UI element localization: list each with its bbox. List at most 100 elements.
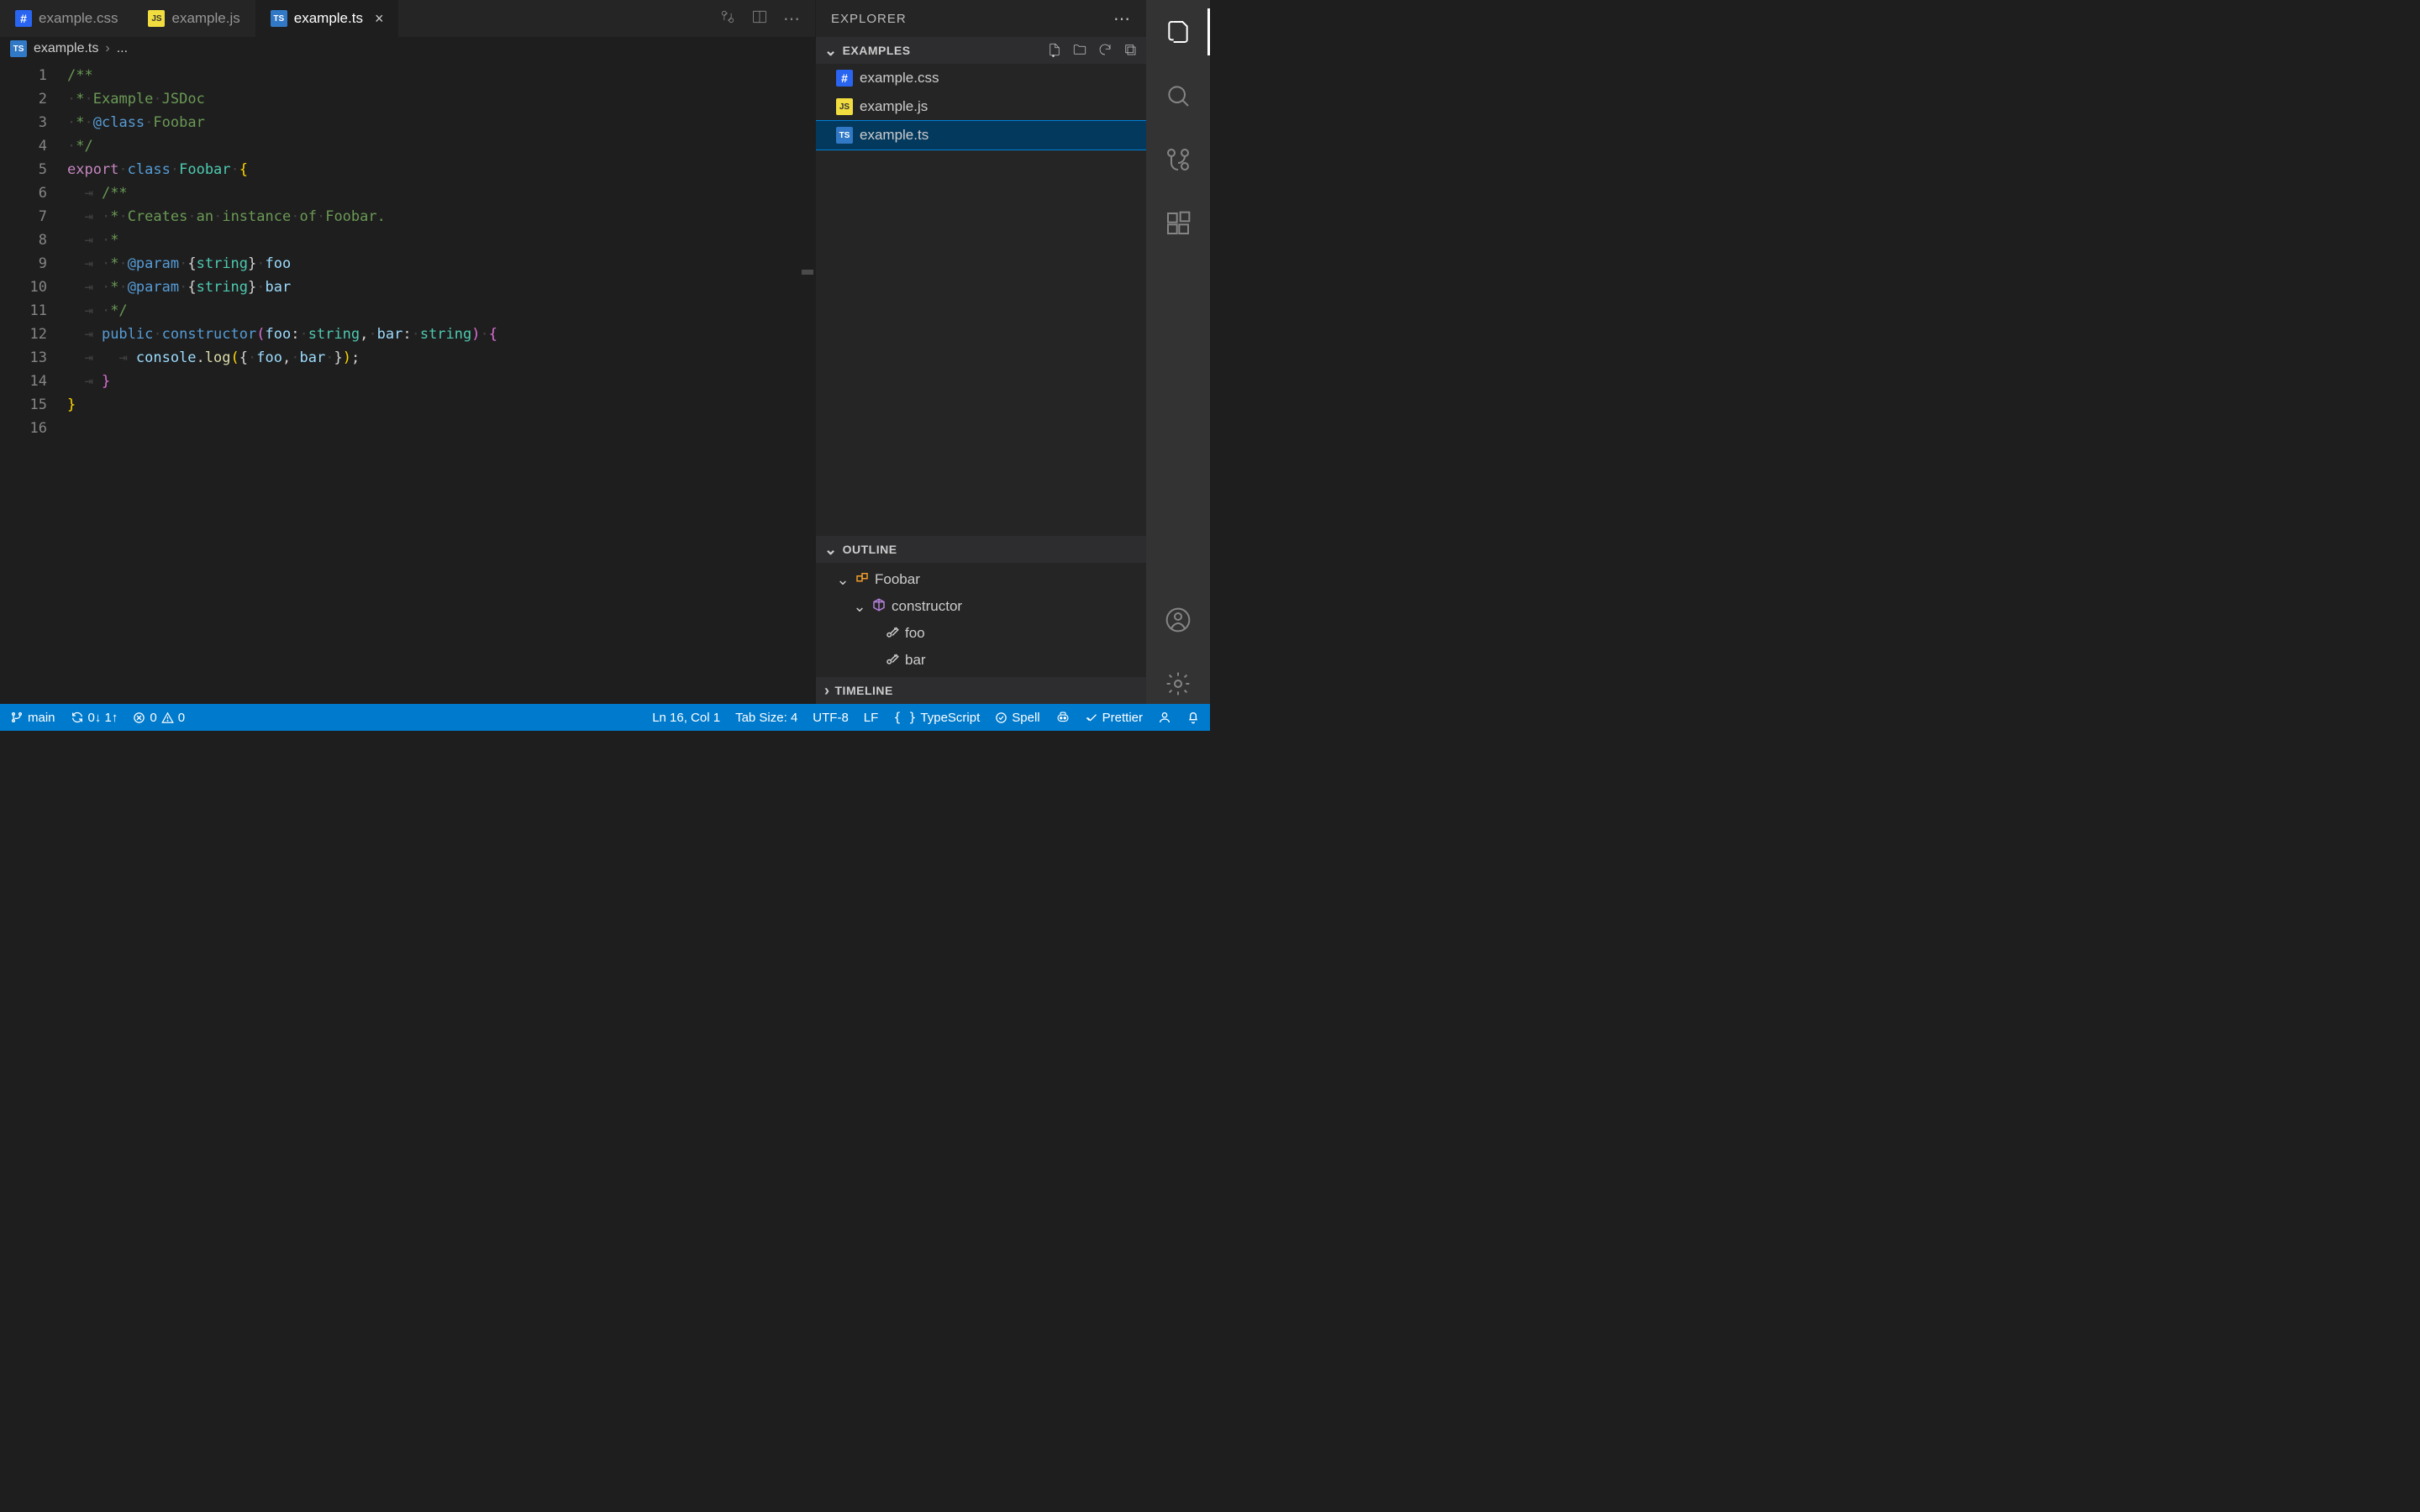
code-line[interactable]: ·*·Example·JSDoc	[67, 87, 798, 111]
file-row-example-js[interactable]: example.js	[816, 92, 1146, 121]
more-actions-icon[interactable]: ⋯	[783, 8, 800, 29]
status-spell[interactable]: Spell	[995, 711, 1039, 725]
file-tree: example.css example.js example.ts	[816, 64, 1146, 536]
section-outline-label: OUTLINE	[843, 543, 897, 556]
line-number: 4	[0, 134, 47, 158]
tab-label: example.css	[39, 10, 118, 27]
section-timeline-label: TIMELINE	[835, 684, 893, 697]
line-number: 11	[0, 299, 47, 323]
line-number: 13	[0, 346, 47, 370]
status-encoding[interactable]: UTF-8	[813, 711, 849, 725]
split-editor-icon[interactable]	[751, 8, 768, 29]
activity-source-control[interactable]	[1158, 139, 1198, 180]
section-timeline-header[interactable]: TIMELINE	[816, 677, 1146, 704]
outline-item-foo[interactable]: foo	[816, 620, 1146, 647]
minimap[interactable]	[798, 64, 815, 704]
code-line[interactable]: }	[67, 393, 798, 417]
new-folder-icon[interactable]	[1072, 42, 1087, 60]
code-line[interactable]: export·class·Foobar·{	[67, 158, 798, 181]
chevron-right-icon	[824, 682, 830, 700]
sidebar-explorer: EXPLORER ⋯ EXAMPLES example.cssexample.j…	[815, 0, 1146, 704]
code-content[interactable]: /**·*·Example·JSDoc·*·@class·Foobar·*/ex…	[67, 64, 798, 704]
compare-changes-icon[interactable]	[719, 8, 736, 29]
activity-accounts[interactable]	[1158, 600, 1198, 640]
status-copilot[interactable]	[1055, 710, 1071, 725]
file-name: example.css	[860, 70, 939, 87]
line-number: 14	[0, 370, 47, 393]
code-line[interactable]	[67, 417, 798, 440]
status-prettier[interactable]: Prettier	[1086, 711, 1143, 725]
code-line[interactable]: ⇥ ·*·@param·{string}·foo	[67, 252, 798, 276]
section-outline-header[interactable]: OUTLINE	[816, 536, 1146, 563]
activity-bar	[1146, 0, 1210, 704]
tab-example-css[interactable]: example.css	[0, 0, 133, 37]
tab-bar: example.css example.js example.ts × ⋯	[0, 0, 815, 37]
line-number: 2	[0, 87, 47, 111]
outline-label: bar	[905, 652, 926, 669]
activity-extensions[interactable]	[1158, 203, 1198, 244]
close-icon[interactable]: ×	[375, 10, 384, 28]
ts-file-icon	[271, 10, 287, 27]
status-cursor-position[interactable]: Ln 16, Col 1	[652, 711, 720, 725]
code-line[interactable]: ⇥ public·constructor(foo:·string,·bar:·s…	[67, 323, 798, 346]
status-branch[interactable]: main	[10, 711, 55, 725]
code-line[interactable]: ⇥ ·*	[67, 228, 798, 252]
activity-search[interactable]	[1158, 76, 1198, 116]
line-number: 3	[0, 111, 47, 134]
breadcrumb[interactable]: example.ts › ...	[0, 37, 815, 64]
code-line[interactable]: ⇥ ⇥ console.log({·foo,·bar·});	[67, 346, 798, 370]
line-number: 15	[0, 393, 47, 417]
code-editor[interactable]: 12345678910111213141516 /**·*·Example·JS…	[0, 64, 815, 704]
chevron-down-icon	[824, 42, 838, 60]
chevron-down-icon[interactable]	[853, 598, 866, 616]
code-line[interactable]: /**	[67, 64, 798, 87]
status-tab-size[interactable]: Tab Size: 4	[735, 711, 797, 725]
css-file-icon	[836, 70, 853, 87]
chevron-down-icon[interactable]	[836, 571, 850, 589]
section-examples-label: EXAMPLES	[843, 44, 911, 57]
section-examples-header[interactable]: EXAMPLES	[816, 37, 1146, 64]
line-number: 8	[0, 228, 47, 252]
file-row-example-ts[interactable]: example.ts	[816, 121, 1146, 150]
ts-file-icon	[836, 127, 853, 144]
status-sync[interactable]: 0↓ 1↑	[71, 711, 118, 725]
new-file-icon[interactable]	[1047, 42, 1062, 60]
code-line[interactable]: ·*/	[67, 134, 798, 158]
refresh-icon[interactable]	[1097, 42, 1113, 60]
collapse-all-icon[interactable]	[1123, 42, 1138, 60]
code-line[interactable]: ⇥ /**	[67, 181, 798, 205]
status-bell-icon[interactable]	[1186, 711, 1200, 724]
more-actions-icon[interactable]: ⋯	[1113, 8, 1131, 29]
activity-explorer[interactable]	[1158, 12, 1198, 52]
minimap-thumb[interactable]	[802, 270, 813, 275]
tab-label: example.ts	[294, 10, 363, 27]
breadcrumb-file: example.ts	[34, 41, 98, 56]
outline-item-Foobar[interactable]: Foobar	[816, 566, 1146, 593]
file-name: example.js	[860, 98, 928, 115]
tab-example-js[interactable]: example.js	[133, 0, 255, 37]
status-language[interactable]: { } TypeScript	[893, 710, 980, 725]
symbol-method-icon	[871, 597, 886, 617]
chevron-down-icon	[824, 541, 838, 559]
tab-example-ts[interactable]: example.ts ×	[255, 0, 399, 37]
code-line[interactable]: ·*·@class·Foobar	[67, 111, 798, 134]
status-eol[interactable]: LF	[864, 711, 879, 725]
code-line[interactable]: ⇥ ·*·@param·{string}·bar	[67, 276, 798, 299]
css-file-icon	[15, 10, 32, 27]
status-feedback-icon[interactable]	[1158, 711, 1171, 724]
outline-item-constructor[interactable]: constructor	[816, 593, 1146, 620]
breadcrumb-rest: ...	[117, 41, 128, 56]
line-number: 12	[0, 323, 47, 346]
line-number: 16	[0, 417, 47, 440]
line-number: 1	[0, 64, 47, 87]
status-problems[interactable]: 0 0	[133, 711, 185, 725]
line-number: 7	[0, 205, 47, 228]
status-bar: main 0↓ 1↑ 0 0 Ln 16, Col 1 Tab Size: 4 …	[0, 704, 1210, 731]
code-line[interactable]: ⇥ ·*·Creates·an·instance·of·Foobar.	[67, 205, 798, 228]
outline-item-bar[interactable]: bar	[816, 647, 1146, 674]
code-line[interactable]: ⇥ ·*/	[67, 299, 798, 323]
file-row-example-css[interactable]: example.css	[816, 64, 1146, 92]
code-line[interactable]: ⇥ }	[67, 370, 798, 393]
activity-settings[interactable]	[1158, 664, 1198, 704]
js-file-icon	[836, 98, 853, 115]
